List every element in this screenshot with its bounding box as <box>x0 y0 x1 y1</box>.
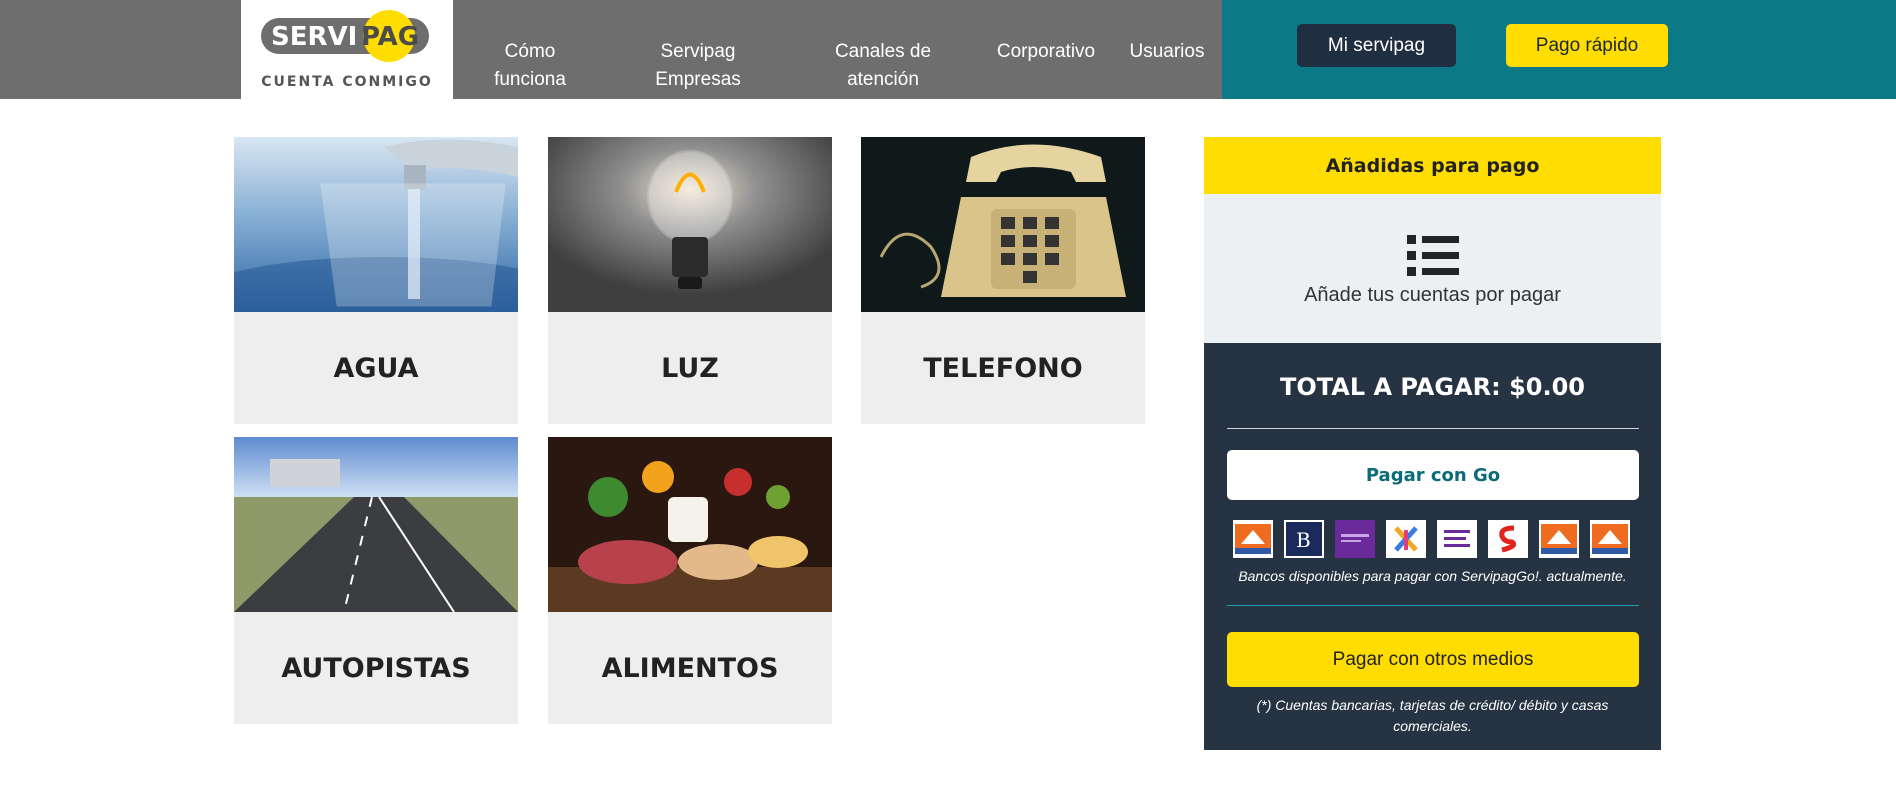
category-label: LUZ <box>548 312 832 424</box>
svg-text:PAG: PAG <box>361 22 419 52</box>
category-card-luz[interactable]: LUZ <box>548 137 832 424</box>
highway-image <box>234 437 518 612</box>
svg-text:B: B <box>1296 528 1311 552</box>
payment-panel: Añadidas para pago Añade tus cuentas por… <box>1204 137 1661 750</box>
nav-servipag-empresas[interactable]: Servipag Empresas <box>648 38 748 94</box>
nav-como-funciona[interactable]: Cómo funciona <box>490 38 570 94</box>
svg-text:SERVI: SERVI <box>271 22 357 52</box>
light-bulb-image <box>548 137 832 312</box>
bank-logo-3 <box>1335 520 1375 558</box>
list-icon <box>1407 235 1459 276</box>
divider <box>1227 428 1639 429</box>
food-image <box>548 437 832 612</box>
nav-usuarios[interactable]: Usuarios <box>1126 38 1208 66</box>
add-accounts-text: Añade tus cuentas por pagar <box>1304 284 1561 306</box>
panel-heading: Añadidas para pago <box>1204 137 1661 194</box>
servipag-logo[interactable]: SERVI PAG CUENTA CONMIGO <box>241 0 453 99</box>
bank-logos: B <box>1233 520 1633 558</box>
divider <box>1227 605 1639 606</box>
category-card-agua[interactable]: AGUA <box>234 137 518 424</box>
category-label: AGUA <box>234 312 518 424</box>
nav-corporativo[interactable]: Corporativo <box>992 38 1100 66</box>
category-label: AUTOPISTAS <box>234 612 518 724</box>
category-label: TELEFONO <box>861 312 1145 424</box>
banks-available-note: Bancos disponibles para pagar con Servip… <box>1238 568 1627 584</box>
total-amount: TOTAL A PAGAR: $0.00 <box>1279 373 1585 401</box>
total-section: TOTAL A PAGAR: $0.00 Pagar con Go B Banc… <box>1204 343 1661 750</box>
pay-with-go-button[interactable]: Pagar con Go <box>1227 450 1639 500</box>
servipag-logo-mark: SERVI PAG <box>261 10 429 62</box>
bank-logo-6 <box>1488 520 1528 558</box>
add-accounts-area[interactable]: Añade tus cuentas por pagar <box>1204 194 1661 343</box>
telephone-image <box>861 137 1145 312</box>
pago-rapido-button[interactable]: Pago rápido <box>1506 24 1668 67</box>
nav-canales-atencion[interactable]: Canales de atención <box>826 38 940 94</box>
bank-logo-1 <box>1233 520 1273 558</box>
water-glass-image <box>234 137 518 312</box>
bank-logo-4 <box>1386 520 1426 558</box>
bank-logo-7 <box>1539 520 1579 558</box>
category-card-autopistas[interactable]: AUTOPISTAS <box>234 437 518 724</box>
category-label: ALIMENTOS <box>548 612 832 724</box>
category-card-telefono[interactable]: TELEFONO <box>861 137 1145 424</box>
bank-logo-2: B <box>1284 520 1324 558</box>
logo-tagline: CUENTA CONMIGO <box>261 74 433 90</box>
category-card-alimentos[interactable]: ALIMENTOS <box>548 437 832 724</box>
bank-logo-5 <box>1437 520 1477 558</box>
pay-other-methods-button[interactable]: Pagar con otros medios <box>1227 632 1639 687</box>
bank-logo-8 <box>1590 520 1630 558</box>
other-methods-note: (*) Cuentas bancarias, tarjetas de crédi… <box>1256 697 1609 734</box>
mi-servipag-button[interactable]: Mi servipag <box>1297 24 1456 67</box>
